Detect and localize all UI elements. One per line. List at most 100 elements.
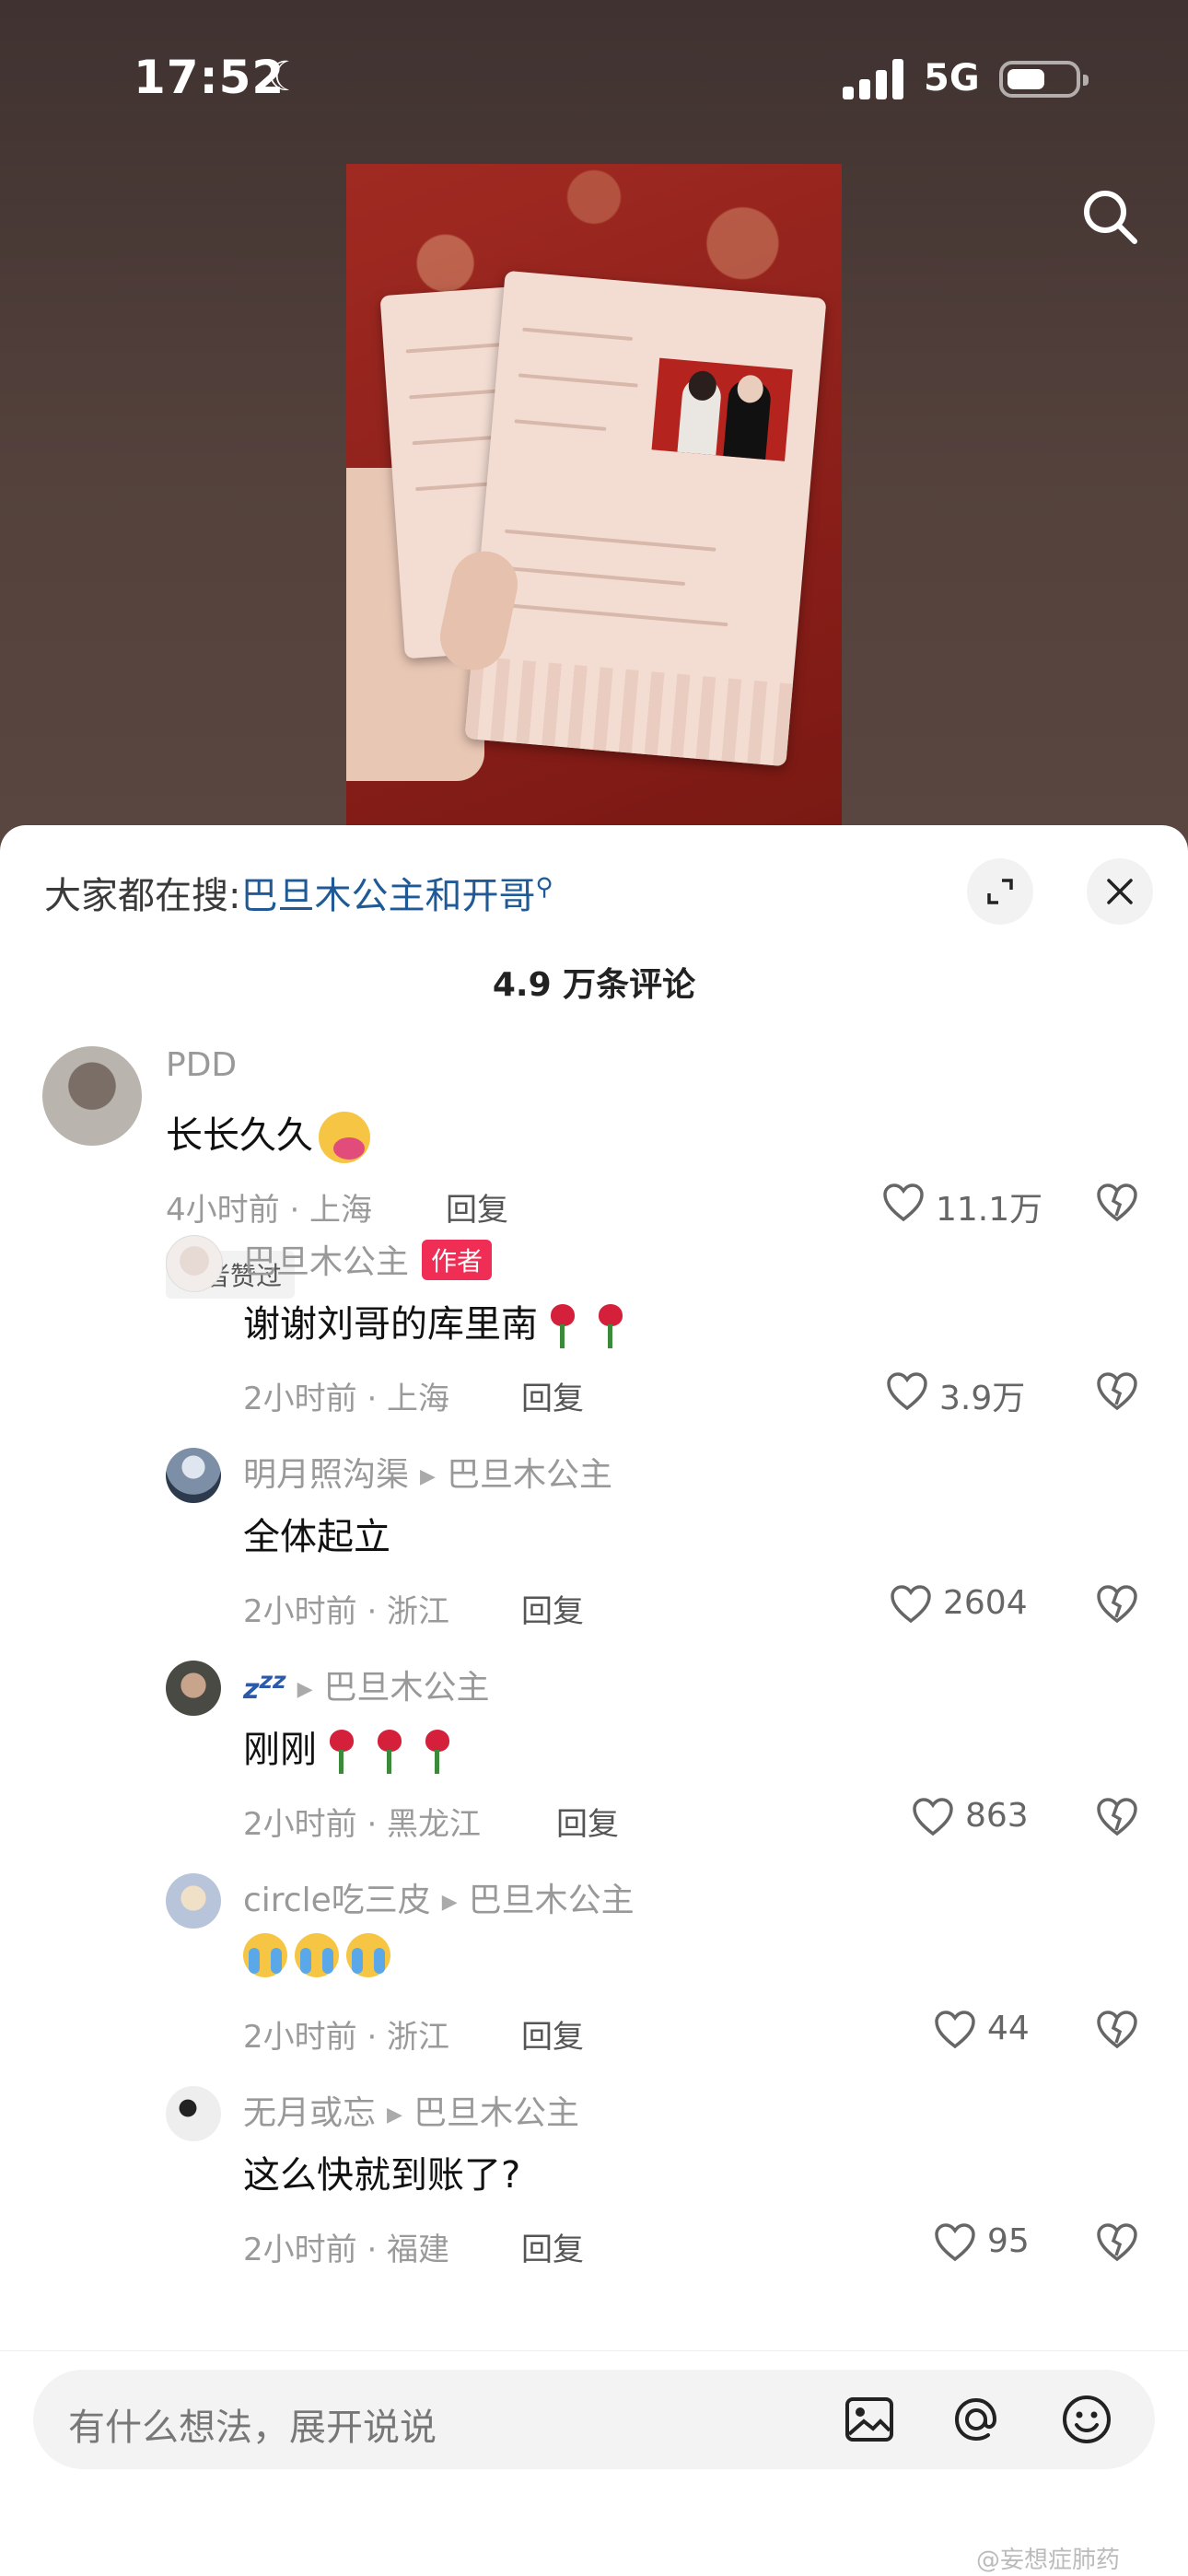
- broken-heart-icon[interactable]: [1096, 1183, 1138, 1223]
- comment-meta: 2小时前 · 黑龙江: [243, 1806, 482, 1843]
- avatar[interactable]: [42, 1046, 142, 1146]
- heart-icon: [935, 2223, 975, 2262]
- reply-to-name[interactable]: 巴旦木公主: [324, 1669, 490, 1707]
- status-bar: 17:52 ☾ 5G: [0, 0, 1188, 166]
- comment-username: 巴旦木公主 作者: [243, 1235, 493, 1283]
- reply-arrow-icon: ▶: [297, 1677, 313, 1701]
- comment-text-body: 刚刚: [243, 1729, 317, 1771]
- broken-heart-icon[interactable]: [1096, 1584, 1138, 1625]
- like-button[interactable]: 863: [912, 1795, 1096, 1841]
- reply-to-name[interactable]: 巴旦木公主: [469, 1882, 635, 1919]
- hug-emoji-icon: [319, 1112, 370, 1163]
- hot-search-prefix: 大家都在搜:: [44, 875, 241, 917]
- sheet-header: 大家都在搜:巴旦木公主和开哥⚲ 4.9 万条评论: [0, 825, 1188, 1004]
- rose-emoji-icon: [597, 1304, 623, 1348]
- heart-icon: [883, 1183, 924, 1222]
- certificate-front: [464, 270, 827, 767]
- status-time: 17:52: [134, 51, 285, 104]
- avatar[interactable]: [166, 1661, 221, 1716]
- like-count: 95: [987, 2222, 1030, 2260]
- comment-text: 全体起立: [243, 1516, 390, 1558]
- heart-icon: [935, 2011, 975, 2049]
- expand-icon: [987, 879, 1013, 904]
- reply-button[interactable]: 回复: [521, 1586, 584, 1631]
- hot-search-link[interactable]: 大家都在搜:巴旦木公主和开哥⚲: [44, 866, 553, 919]
- avatar[interactable]: [166, 1448, 221, 1503]
- mention-icon[interactable]: [949, 2392, 1004, 2447]
- comment-username: circle吃三皮 ▶ 巴旦木公主: [243, 1873, 635, 1921]
- reply-button[interactable]: 回复: [521, 1373, 584, 1418]
- avatar[interactable]: [166, 1235, 223, 1292]
- video-thumbnail[interactable]: [346, 164, 842, 825]
- reply-arrow-icon: ▶: [420, 1464, 436, 1488]
- username-label[interactable]: 明月照沟渠: [243, 1456, 409, 1494]
- author-tag: 作者: [422, 1240, 493, 1280]
- broken-heart-icon[interactable]: [1096, 2222, 1138, 2263]
- like-button[interactable]: 11.1万: [882, 1181, 1066, 1229]
- comment-meta: 2小时前 · 浙江: [243, 2019, 450, 2056]
- crying-emoji-icon: [243, 1933, 287, 1977]
- comment-text: 谢谢刘哥的库里南: [243, 1294, 634, 1348]
- broken-heart-icon[interactable]: [1096, 2010, 1138, 2050]
- reply-button[interactable]: 回复: [446, 1184, 508, 1230]
- signal-icon: [843, 59, 903, 99]
- rose-emoji-icon: [549, 1304, 575, 1348]
- comment-meta: 2小时前 · 福建: [243, 2232, 450, 2268]
- expand-button[interactable]: [967, 858, 1033, 925]
- comment-username: zzz ▶ 巴旦木公主: [243, 1661, 490, 1708]
- reply-button[interactable]: 回复: [521, 2011, 584, 2057]
- avatar[interactable]: [166, 2086, 221, 2141]
- reply-to-name[interactable]: 巴旦木公主: [447, 1456, 612, 1494]
- comment-text-body: 谢谢刘哥的库里南: [243, 1303, 538, 1346]
- comment-text-body: 长长久久: [166, 1114, 313, 1157]
- like-button[interactable]: 3.9万: [886, 1370, 1070, 1417]
- reply-arrow-icon: ▶: [387, 2103, 402, 2127]
- video-background[interactable]: 17:52 ☾ 5G: [0, 0, 1188, 847]
- search-icon[interactable]: [1077, 184, 1142, 249]
- moon-icon: ☾: [267, 53, 304, 100]
- broken-heart-icon[interactable]: [1096, 1371, 1138, 1412]
- watermark: @妄想症肺药: [976, 2547, 1121, 2574]
- comment-text: 长长久久: [166, 1105, 370, 1163]
- heart-icon: [887, 1372, 927, 1411]
- reply-button[interactable]: 回复: [521, 2224, 584, 2269]
- couple-photo: [651, 357, 793, 461]
- crying-emoji-icon: [295, 1933, 339, 1977]
- like-button[interactable]: 2604: [890, 1582, 1074, 1628]
- comment-meta: 2小时前 · 上海: [243, 1381, 450, 1417]
- close-button[interactable]: [1087, 858, 1153, 925]
- like-count: 44: [987, 2010, 1030, 2047]
- network-type: 5G: [924, 57, 980, 99]
- comment-sheet: 大家都在搜:巴旦木公主和开哥⚲ 4.9 万条评论 PDD 长长久久 4小时前 ·…: [0, 825, 1188, 2575]
- comment-input[interactable]: 有什么想法，展开说说: [33, 2370, 1155, 2469]
- comment-username: 无月或忘 ▶ 巴旦木公主: [243, 2086, 579, 2134]
- reply-button[interactable]: 回复: [556, 1799, 619, 1844]
- emoji-icon[interactable]: [1059, 2392, 1114, 2447]
- crying-emoji-icon: [346, 1933, 390, 1977]
- like-button[interactable]: 95: [934, 2220, 1118, 2267]
- broken-heart-icon[interactable]: [1096, 1797, 1138, 1837]
- like-count: 11.1万: [936, 1191, 1043, 1229]
- comment-meta: 4小时前 · 上海: [166, 1192, 373, 1229]
- avatar[interactable]: [166, 1873, 221, 1929]
- like-button[interactable]: 44: [934, 2008, 1118, 2054]
- rose-emoji-icon: [328, 1730, 354, 1774]
- reply-to-name[interactable]: 巴旦木公主: [413, 2094, 579, 2132]
- zzz-username[interactable]: zzz: [243, 1667, 286, 1706]
- username-label[interactable]: 无月或忘: [243, 2094, 376, 2132]
- search-small-icon: ⚲: [535, 873, 553, 902]
- hot-search-term[interactable]: 巴旦木公主和开哥: [240, 875, 535, 917]
- reply-arrow-icon: ▶: [441, 1890, 458, 1914]
- image-icon[interactable]: [842, 2392, 897, 2447]
- heart-icon: [891, 1585, 931, 1624]
- comment-text: 这么快就到账了?: [243, 2154, 521, 2197]
- comment-input-placeholder: 有什么想法，展开说说: [68, 2407, 437, 2449]
- close-icon: [1107, 879, 1133, 904]
- comment-username[interactable]: PDD: [166, 1046, 237, 1084]
- like-count: 3.9万: [939, 1380, 1026, 1417]
- comment-count: 4.9 万条评论: [492, 966, 696, 1004]
- username-label[interactable]: 巴旦木公主: [243, 1243, 409, 1281]
- like-count: 2604: [943, 1584, 1028, 1622]
- comment-input-bar: 有什么想法，展开说说 @妄想症肺药: [0, 2350, 1188, 2576]
- username-label[interactable]: circle吃三皮: [243, 1882, 431, 1919]
